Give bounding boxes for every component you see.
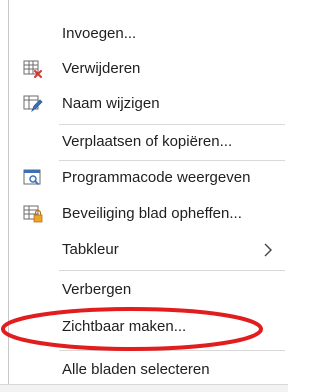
view-code-icon: [23, 168, 43, 188]
menu-item-label: Programmacode weergeven: [62, 169, 251, 186]
menu-item-label: Naam wijzigen: [62, 95, 160, 112]
menu-item-move-or-copy[interactable]: Verplaatsen of kopiëren...: [9, 124, 285, 160]
menu-item-delete[interactable]: Verwijderen: [9, 51, 285, 87]
menu-item-tab-color[interactable]: Tabkleur: [9, 232, 285, 268]
sheet-tab-context-menu: Invoegen... Verwijderen Naam wijzigen Ve…: [8, 0, 285, 392]
sheet-tabs-strip: [0, 384, 288, 392]
menu-item-label: Invoegen...: [62, 25, 137, 42]
menu-item-label: Beveiliging blad opheffen...: [62, 205, 242, 222]
menu-item-label: Verplaatsen of kopiëren...: [62, 133, 233, 150]
menu-item-label: Tabkleur: [62, 241, 119, 258]
menu-item-rename[interactable]: Naam wijzigen: [9, 86, 285, 122]
menu-separator: [59, 350, 285, 351]
menu-item-unprotect-sheet[interactable]: Beveiliging blad opheffen...: [9, 196, 285, 232]
chevron-right-icon: [261, 232, 275, 268]
menu-item-hide[interactable]: Verbergen: [9, 272, 285, 308]
menu-item-select-all-sheets[interactable]: Alle bladen selecteren: [9, 352, 285, 388]
menu-item-view-code[interactable]: Programmacode weergeven: [9, 160, 285, 196]
menu-item-label: Alle bladen selecteren: [62, 361, 210, 378]
rename-sheet-icon: [23, 94, 43, 114]
menu-item-label: Zichtbaar maken...: [62, 318, 187, 335]
menu-item-insert[interactable]: Invoegen...: [9, 16, 285, 52]
menu-item-label: Verwijderen: [62, 60, 141, 77]
menu-separator: [59, 270, 285, 271]
menu-item-unhide[interactable]: Zichtbaar maken...: [9, 309, 285, 345]
delete-sheet-icon: [23, 59, 43, 79]
unprotect-sheet-icon: [23, 204, 43, 224]
menu-item-label: Verbergen: [62, 281, 132, 298]
screenshot-stage: Invoegen... Verwijderen Naam wijzigen Ve…: [0, 0, 288, 392]
